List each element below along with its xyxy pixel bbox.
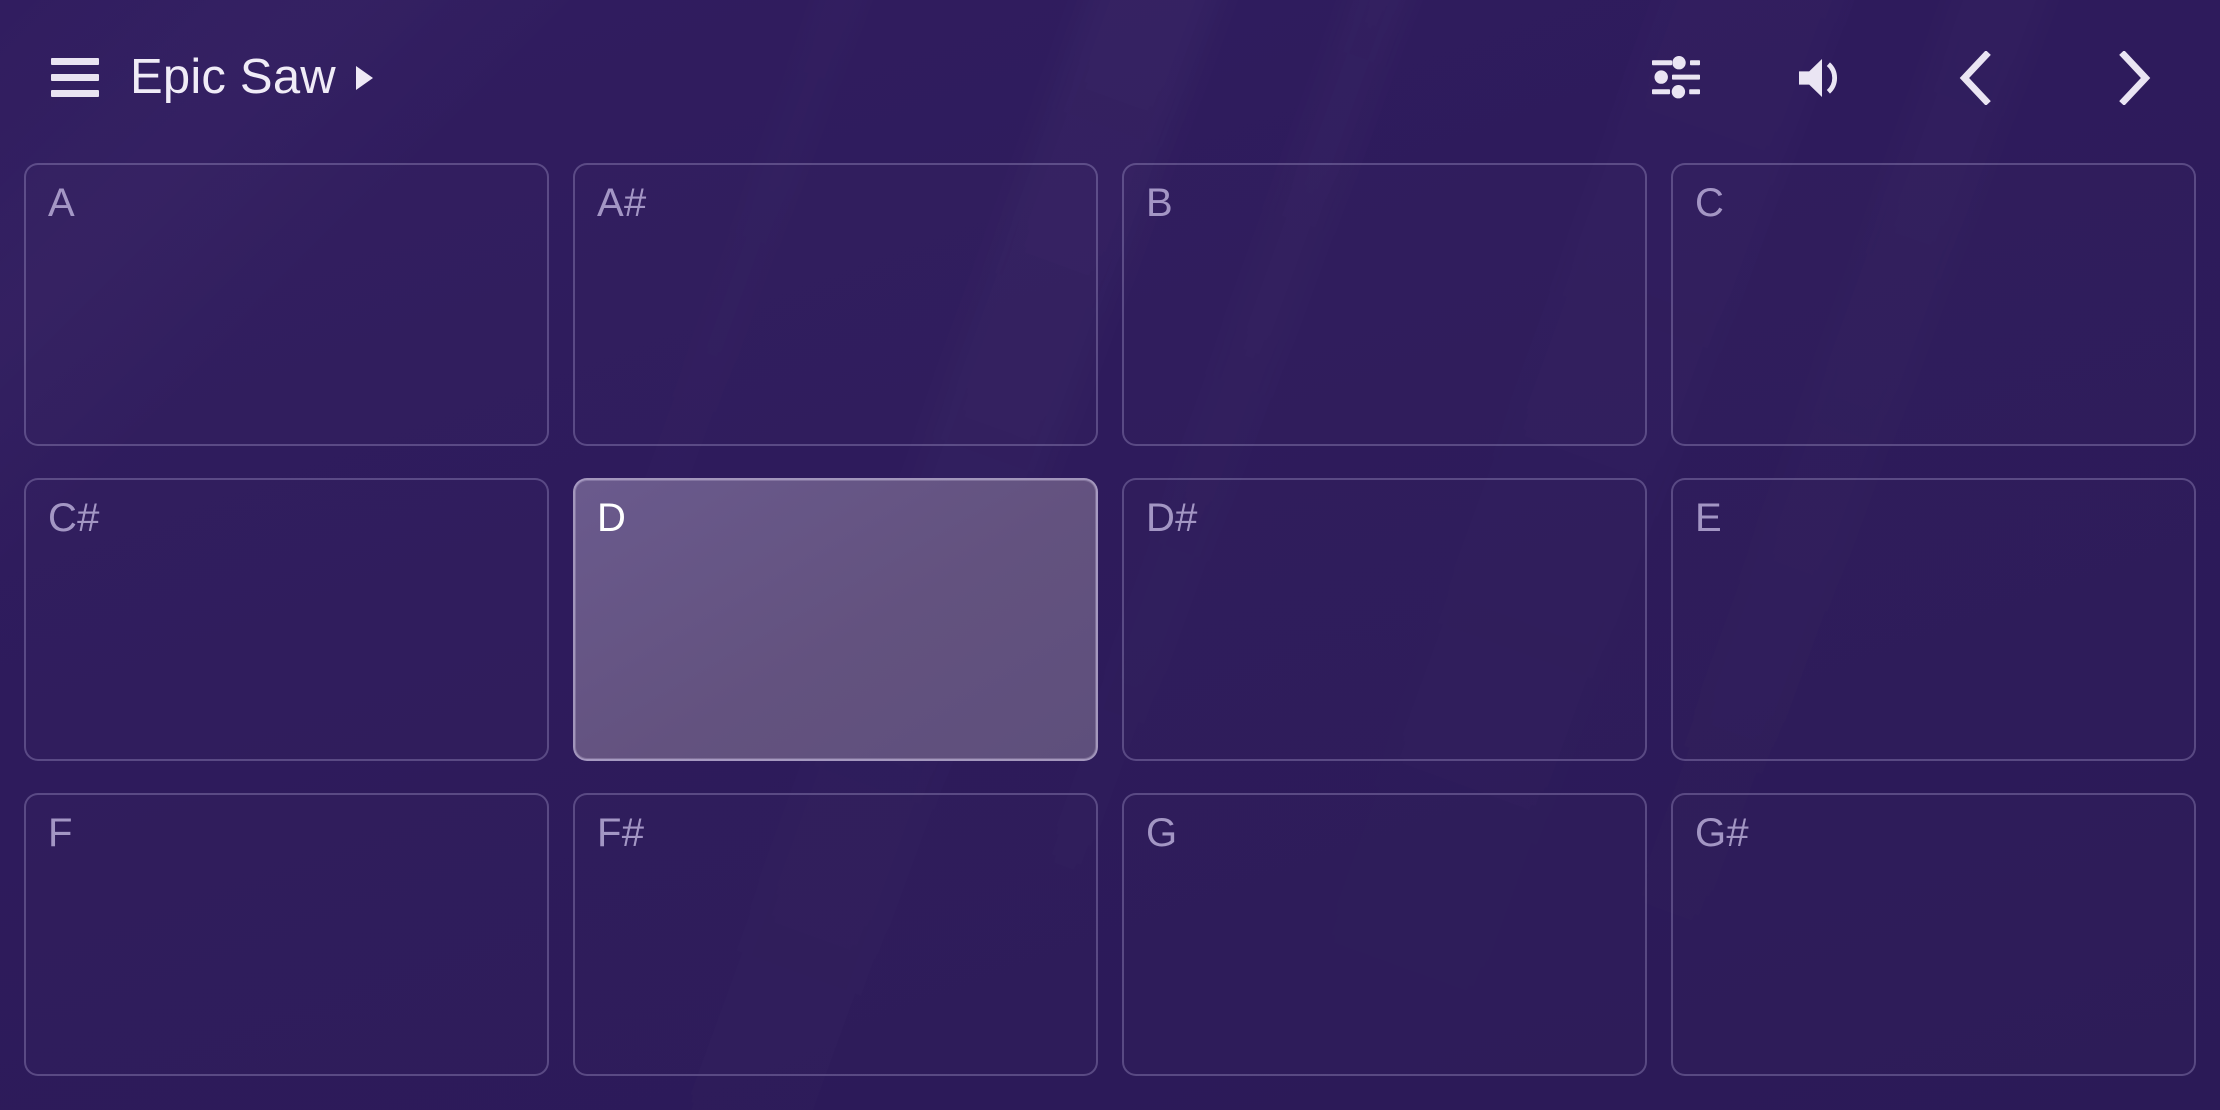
preset-selector[interactable]: Epic Saw <box>130 53 373 102</box>
hamburger-bar <box>51 74 99 81</box>
key-pad-label: F <box>48 811 73 855</box>
key-pad-F[interactable]: F <box>24 793 549 1076</box>
key-pad-label: C# <box>48 496 100 540</box>
key-pad-label: G <box>1146 811 1178 855</box>
key-pad-label: G# <box>1695 811 1749 855</box>
key-pad-D-sharp[interactable]: D# <box>1122 478 1647 761</box>
preset-name-label: Epic Saw <box>130 50 336 104</box>
key-pad-grid: A A# B C C# D D# E F F# G G# <box>0 163 2220 1076</box>
play-triangle-icon[interactable] <box>355 65 373 90</box>
key-pad-C[interactable]: C <box>1671 163 2196 446</box>
volume-up-icon[interactable] <box>1776 32 1868 124</box>
hamburger-bar <box>51 58 99 65</box>
key-pad-label: D# <box>1146 496 1198 540</box>
key-pad-label: D <box>597 496 627 540</box>
tune-sliders-icon[interactable] <box>1630 32 1722 124</box>
chevron-right-icon[interactable] <box>2088 32 2180 124</box>
key-pad-G[interactable]: G <box>1122 793 1647 1076</box>
hamburger-bar <box>51 90 99 97</box>
key-pad-C-sharp[interactable]: C# <box>24 478 549 761</box>
key-pad-A-sharp[interactable]: A# <box>573 163 1098 446</box>
key-pad-label: A# <box>597 181 647 225</box>
key-pad-B[interactable]: B <box>1122 163 1647 446</box>
key-pad-label: E <box>1695 496 1722 540</box>
app-root: Epic Saw A A# B C C# D D# E F F# G G# <box>0 0 2220 1110</box>
top-bar: Epic Saw <box>0 0 2220 155</box>
key-pad-label: C <box>1695 181 1725 225</box>
key-pad-D[interactable]: D <box>573 478 1098 761</box>
key-pad-label: A <box>48 181 75 225</box>
key-pad-F-sharp[interactable]: F# <box>573 793 1098 1076</box>
hamburger-menu-icon[interactable] <box>42 45 108 111</box>
chevron-left-icon[interactable] <box>1930 32 2022 124</box>
key-pad-label: B <box>1146 181 1173 225</box>
key-pad-A[interactable]: A <box>24 163 549 446</box>
key-pad-label: F# <box>597 811 645 855</box>
key-pad-G-sharp[interactable]: G# <box>1671 793 2196 1076</box>
key-pad-E[interactable]: E <box>1671 478 2196 761</box>
